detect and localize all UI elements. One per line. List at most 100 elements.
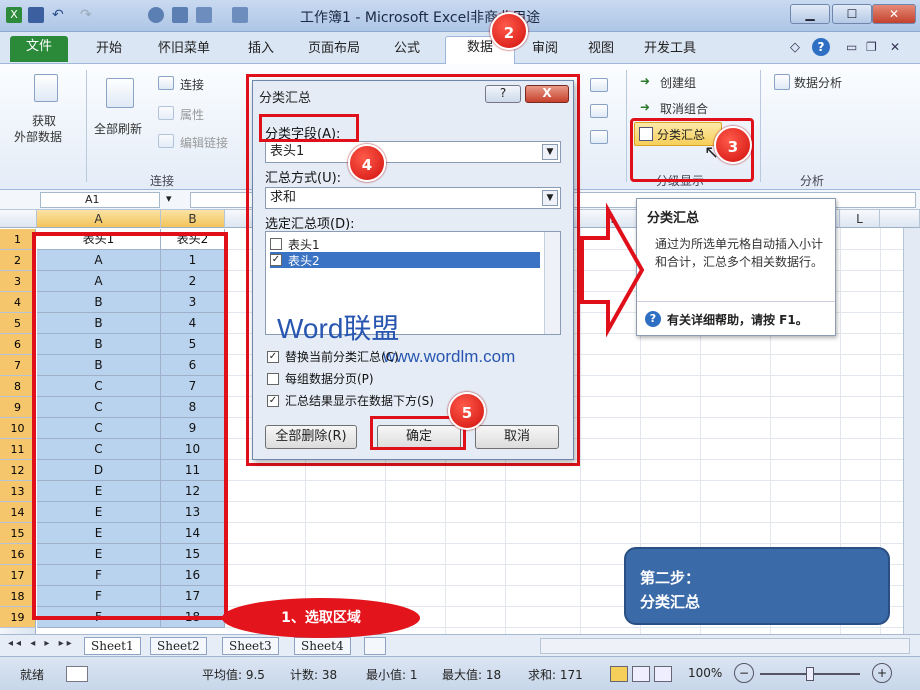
- checkbox-item-2[interactable]: ✓: [270, 254, 282, 266]
- get-external-data-icon: [34, 74, 58, 102]
- row-header[interactable]: 13: [0, 481, 36, 502]
- tab-review[interactable]: 审阅: [524, 38, 566, 62]
- what-if-icon[interactable]: [590, 130, 608, 144]
- tab-view[interactable]: 视图: [580, 38, 622, 62]
- tab-classic-menu[interactable]: 怀旧菜单: [150, 38, 218, 62]
- column-header-b[interactable]: B: [161, 210, 225, 228]
- row-header[interactable]: 6: [0, 334, 36, 355]
- status-max: 最大值: 18: [442, 668, 502, 682]
- tab-developer[interactable]: 开发工具: [636, 38, 704, 62]
- option-replace-label: 替换当前分类汇总(C): [285, 350, 399, 364]
- consolidate-icon[interactable]: [590, 104, 608, 118]
- undo-icon[interactable]: ↶: [52, 7, 68, 23]
- group-arrow-icon: ➜: [640, 74, 651, 88]
- checkbox-item-1[interactable]: [270, 238, 282, 250]
- remove-all-button[interactable]: 全部删除(R): [265, 425, 357, 449]
- connections-button[interactable]: 连接: [180, 76, 204, 93]
- sheet-tab-3[interactable]: Sheet3: [222, 637, 279, 655]
- doc-restore-icon[interactable]: ❐: [866, 40, 877, 54]
- normal-view-icon[interactable]: [610, 666, 628, 682]
- row-header[interactable]: 3: [0, 271, 36, 292]
- column-header-a[interactable]: A: [37, 210, 161, 228]
- sheet-tab-1[interactable]: Sheet1: [84, 637, 141, 655]
- column-header-l[interactable]: L: [840, 210, 880, 228]
- ribbon-collapse-icon[interactable]: ◇: [790, 40, 800, 55]
- zoom-in-icon[interactable]: +: [872, 663, 892, 683]
- row-header[interactable]: 11: [0, 439, 36, 460]
- zoom-out-icon[interactable]: −: [734, 663, 754, 683]
- column-header-m: [880, 210, 920, 228]
- dialog-help-button[interactable]: ?: [485, 85, 521, 103]
- horizontal-scrollbar[interactable]: [540, 638, 910, 654]
- checkbox-pagebreak[interactable]: [267, 373, 279, 385]
- vertical-scrollbar[interactable]: [903, 228, 920, 634]
- listbox-scrollbar[interactable]: [544, 232, 560, 334]
- close-window-button[interactable]: ✕: [872, 4, 916, 24]
- table-icon[interactable]: [172, 7, 188, 23]
- sheet-tab-2[interactable]: Sheet2: [150, 637, 207, 655]
- row-header[interactable]: 17: [0, 565, 36, 586]
- row-header[interactable]: 4: [0, 292, 36, 313]
- data-analysis-button[interactable]: 数据分析: [794, 74, 842, 91]
- minimize-button[interactable]: ▁: [790, 4, 830, 24]
- dialog-close-button[interactable]: X: [525, 85, 569, 103]
- zoom-slider-thumb[interactable]: [806, 667, 814, 681]
- name-box-dropdown-icon[interactable]: ▾: [166, 192, 172, 205]
- field-select[interactable]: 表头1 ▼: [265, 141, 561, 163]
- field-select-value: 表头1: [270, 144, 305, 159]
- print-icon[interactable]: [232, 7, 248, 23]
- row-header[interactable]: 18: [0, 586, 36, 607]
- tooltip-body: 通过为所选单元格自动插入小计和合计，汇总多个相关数据行。: [655, 237, 824, 269]
- redo-icon[interactable]: ↷: [80, 7, 96, 23]
- row-header[interactable]: 15: [0, 523, 36, 544]
- maximize-button[interactable]: ☐: [832, 4, 872, 24]
- chart-icon[interactable]: [196, 7, 212, 23]
- row-header[interactable]: 1: [0, 229, 36, 250]
- tab-formulas[interactable]: 公式: [386, 38, 428, 62]
- row-header[interactable]: 14: [0, 502, 36, 523]
- tab-insert[interactable]: 插入: [240, 38, 282, 62]
- sheet-tab-4[interactable]: Sheet4: [294, 637, 351, 655]
- doc-minimize-icon[interactable]: ▭: [846, 40, 857, 54]
- macro-record-icon[interactable]: [66, 666, 88, 682]
- row-header[interactable]: 5: [0, 313, 36, 334]
- row-header[interactable]: 16: [0, 544, 36, 565]
- properties-button[interactable]: 属性: [180, 106, 204, 123]
- status-bar: 就绪 平均值: 9.5 计数: 38 最小值: 1 最大值: 18 求和: 17…: [0, 656, 920, 690]
- tab-page-layout[interactable]: 页面布局: [300, 38, 368, 62]
- insert-sheet-icon[interactable]: [364, 637, 386, 655]
- doc-close-icon[interactable]: ✕: [890, 40, 900, 54]
- get-external-data-label-2[interactable]: 外部数据: [14, 128, 62, 145]
- edit-links-button[interactable]: 编辑链接: [180, 134, 228, 151]
- row-header[interactable]: 12: [0, 460, 36, 481]
- row-header[interactable]: 9: [0, 397, 36, 418]
- refresh-all-button[interactable]: 全部刷新: [94, 120, 142, 137]
- data-validation-icon[interactable]: [590, 78, 608, 92]
- method-select[interactable]: 求和 ▼: [265, 187, 561, 209]
- page-break-view-icon[interactable]: [654, 666, 672, 682]
- row-header[interactable]: 7: [0, 355, 36, 376]
- select-all-corner[interactable]: [0, 210, 37, 228]
- tab-file[interactable]: 文件: [10, 36, 68, 62]
- name-box[interactable]: A1: [40, 192, 160, 208]
- sheet-nav-icons[interactable]: ◂◂ ◂ ▸ ▸▸: [8, 638, 75, 649]
- help-icon[interactable]: ?: [812, 38, 830, 56]
- ungroup-button[interactable]: 取消组合: [660, 100, 708, 117]
- refresh-icon[interactable]: [148, 7, 164, 23]
- selection-range-highlight: [32, 232, 228, 620]
- row-header[interactable]: 10: [0, 418, 36, 439]
- checkbox-below[interactable]: ✓: [267, 395, 279, 407]
- row-header[interactable]: 8: [0, 376, 36, 397]
- list-item[interactable]: ✓ 表头2: [270, 252, 540, 268]
- get-external-data-label[interactable]: 获取: [32, 112, 56, 129]
- save-icon[interactable]: [28, 7, 44, 23]
- page-layout-view-icon[interactable]: [632, 666, 650, 682]
- group-button[interactable]: 创建组: [660, 74, 696, 91]
- row-header[interactable]: 19: [0, 607, 36, 628]
- tab-home[interactable]: 开始: [88, 38, 130, 62]
- checkbox-replace[interactable]: ✓: [267, 351, 279, 363]
- row-header[interactable]: 2: [0, 250, 36, 271]
- list-item[interactable]: 表头1: [270, 236, 540, 252]
- ribbon-separator: [86, 70, 87, 182]
- cancel-button[interactable]: 取消: [475, 425, 559, 449]
